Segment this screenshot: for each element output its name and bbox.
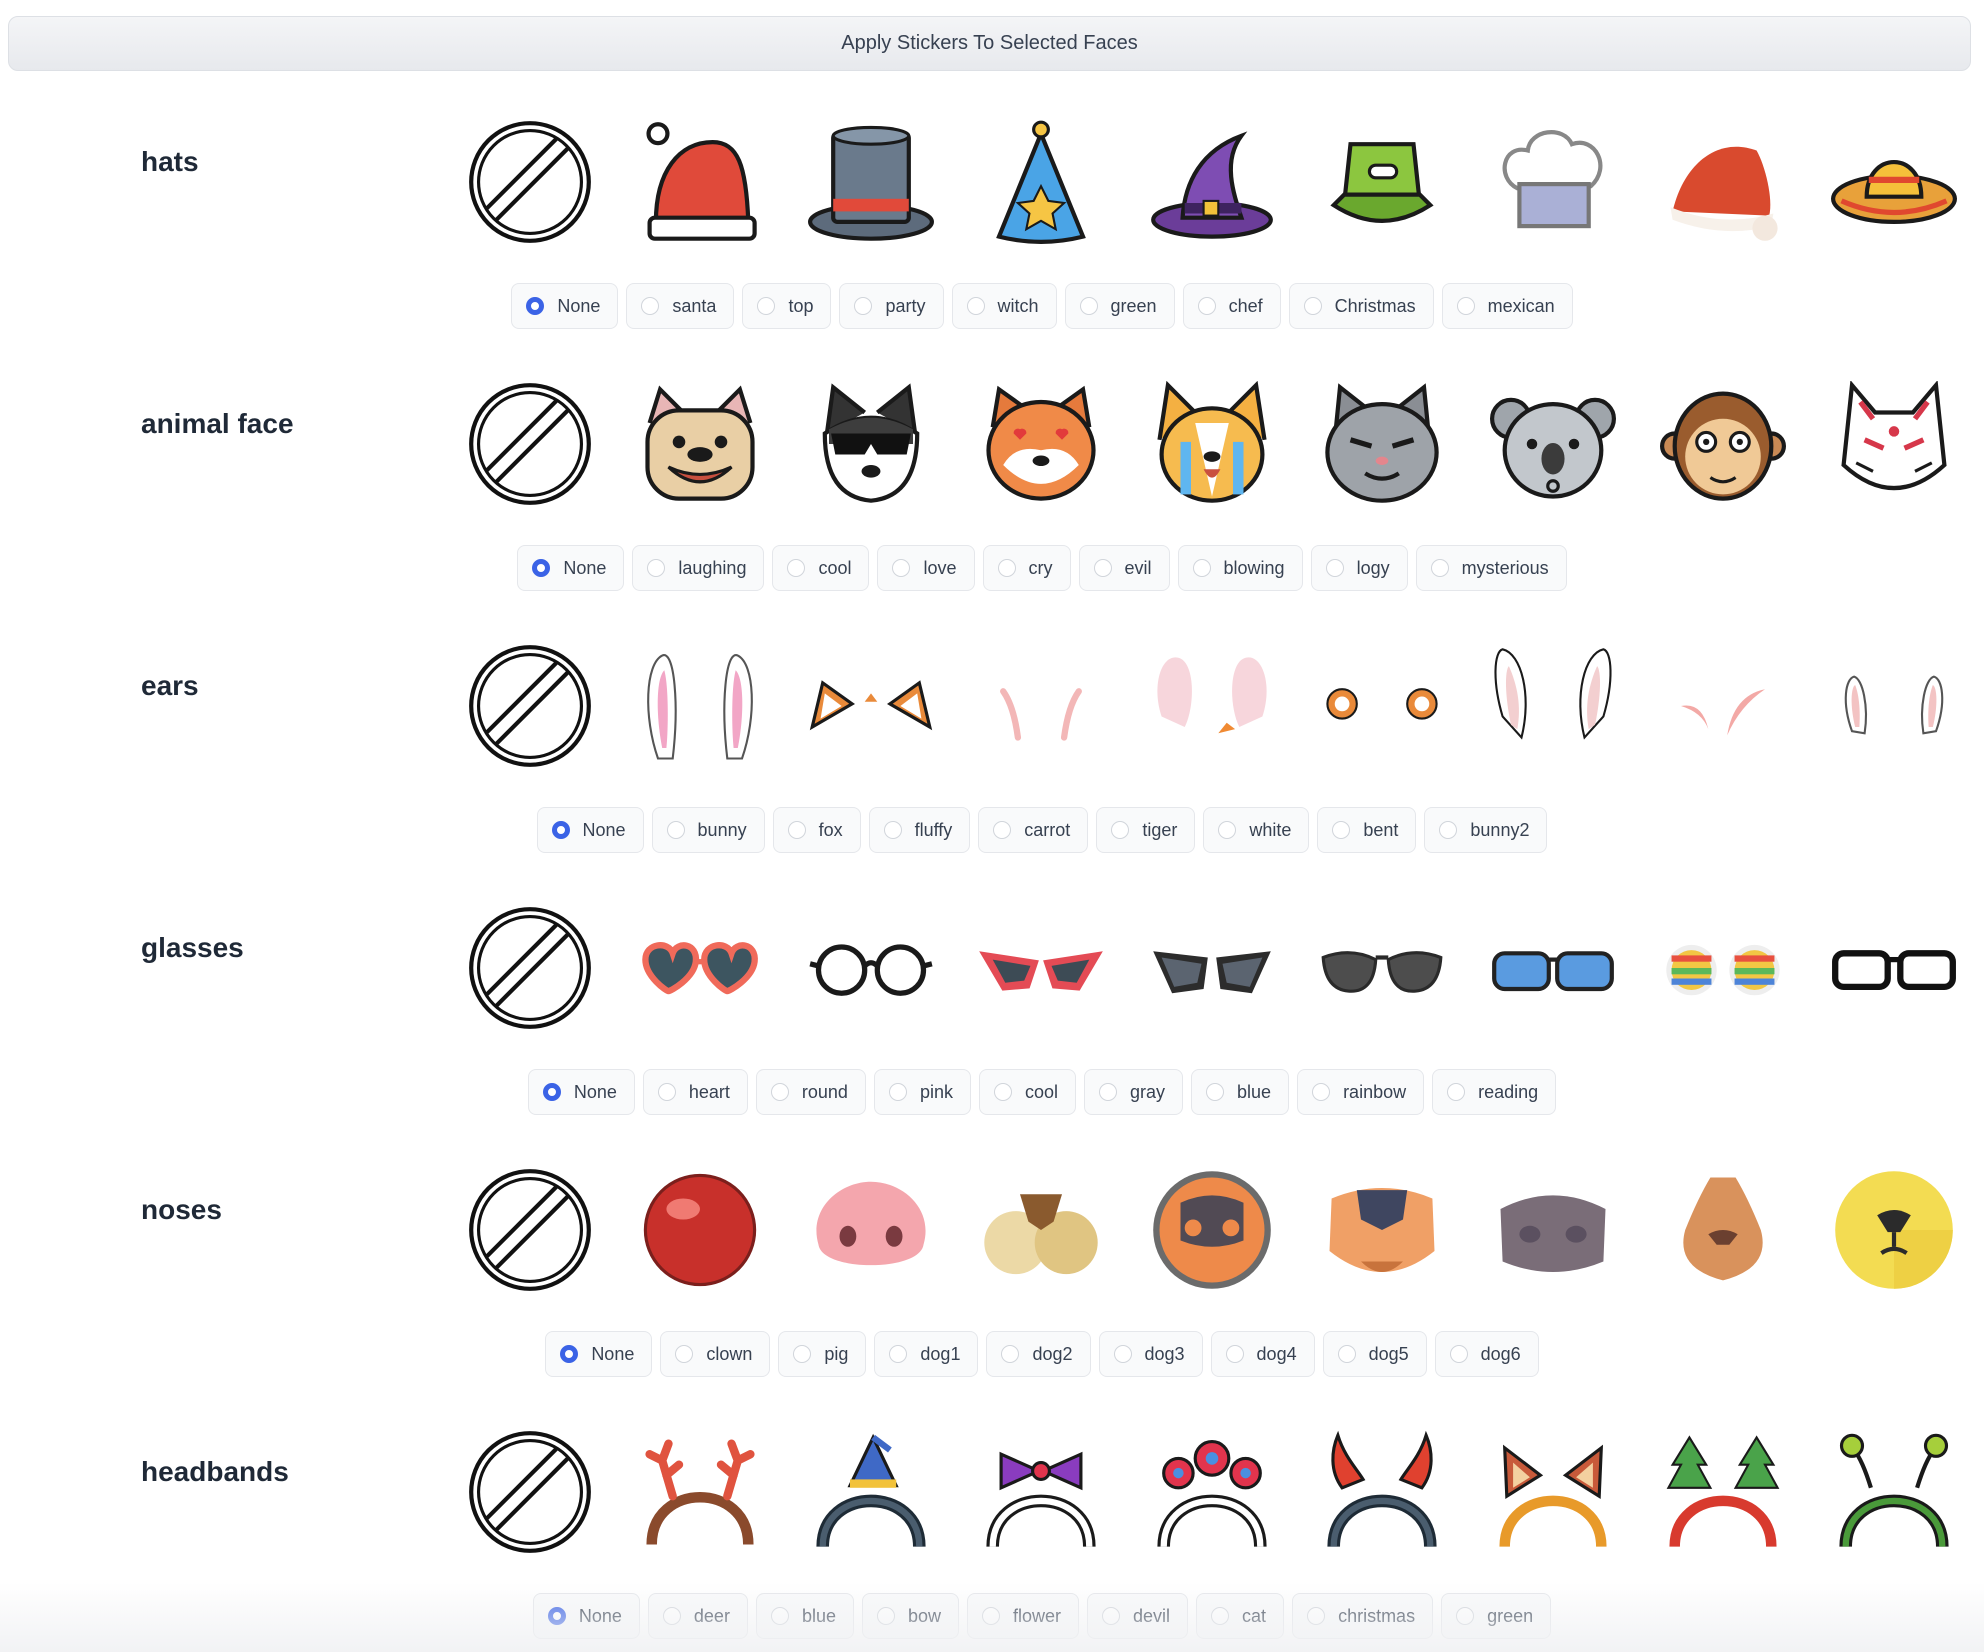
laughing-dog-face-icon[interactable] (637, 381, 763, 507)
dog4-nose-icon[interactable] (1490, 1167, 1616, 1293)
option-devil[interactable]: devil (1087, 1593, 1189, 1639)
radio-button[interactable] (1211, 1607, 1230, 1625)
none-icon[interactable] (467, 381, 593, 507)
category-ears: ears None bunny fox fluffy carrot tiger white be… (0, 524, 1984, 853)
none-icon[interactable] (467, 119, 593, 245)
option-label: deer (693, 1605, 730, 1626)
fluffy-ears-icon[interactable] (978, 643, 1104, 769)
round-glasses-icon[interactable] (808, 905, 934, 1031)
radio-button[interactable] (1456, 1607, 1475, 1625)
radio-button[interactable] (1102, 1607, 1121, 1625)
mexican-sombrero-icon[interactable] (1831, 119, 1957, 245)
radio-button[interactable] (770, 1607, 789, 1625)
crying-corgi-face-icon[interactable] (1149, 381, 1275, 507)
radio-button[interactable] (876, 1607, 895, 1625)
radio-button[interactable] (662, 1607, 681, 1625)
fox-ears-icon[interactable] (808, 643, 934, 769)
option-label: flower (1013, 1605, 1062, 1626)
green-headband-icon[interactable] (1831, 1429, 1957, 1555)
logy-monkey-face-icon[interactable] (1660, 381, 1786, 507)
witch-hat-icon[interactable] (1149, 119, 1275, 245)
chef-hat-icon[interactable] (1490, 119, 1616, 245)
reading-glasses-icon[interactable] (1831, 905, 1957, 1031)
dog1-nose-icon[interactable] (978, 1167, 1104, 1293)
option-flower[interactable]: flower (967, 1593, 1080, 1639)
category-headbands: headbands None deer blue bow flower devil cat ch… (0, 1310, 1984, 1639)
cool-glasses-icon[interactable] (1149, 905, 1275, 1031)
option-label: cat (1242, 1605, 1267, 1626)
evil-cat-face-icon[interactable] (1319, 381, 1445, 507)
flower-headband-icon[interactable] (1149, 1429, 1275, 1555)
option-label: devil (1133, 1605, 1171, 1626)
category-label: glasses (141, 932, 244, 963)
option-deer[interactable]: deer (647, 1593, 748, 1639)
santa-hat-icon[interactable] (637, 119, 763, 245)
category-label: animal face (141, 408, 294, 439)
tiger-ears-icon[interactable] (1319, 643, 1445, 769)
top-hat-icon[interactable] (808, 119, 934, 245)
dog5-nose-icon[interactable] (1660, 1167, 1786, 1293)
category-label: ears (141, 670, 199, 701)
option-label: bow (907, 1605, 941, 1626)
option-bow[interactable]: bow (861, 1593, 959, 1639)
bunny-ears-icon[interactable] (637, 643, 763, 769)
category-label: noses (141, 1194, 222, 1225)
carrot-ears-icon[interactable] (1149, 643, 1275, 769)
category-label: hats (141, 146, 199, 177)
clown-nose-icon[interactable] (637, 1167, 763, 1293)
category-hats: hats None santa top party witch green chef Chris… (0, 0, 1984, 329)
white-ears-icon[interactable] (1490, 643, 1616, 769)
radio-button[interactable] (982, 1607, 1000, 1625)
love-shiba-face-icon[interactable] (978, 381, 1104, 507)
category-animal-face: animal face None laughing cool love cry evil bl… (0, 262, 1984, 591)
option-label: christmas (1338, 1605, 1416, 1626)
green-bucket-hat-icon[interactable] (1319, 119, 1445, 245)
blowing-koala-face-icon[interactable] (1490, 381, 1616, 507)
heart-glasses-icon[interactable] (637, 905, 763, 1031)
dog3-nose-icon[interactable] (1319, 1167, 1445, 1293)
none-icon[interactable] (467, 905, 593, 1031)
category-label: headbands (141, 1456, 289, 1487)
pig-nose-icon[interactable] (808, 1167, 934, 1293)
category-glasses: glasses None heart round pink cool gray blue rai… (0, 786, 1984, 1115)
option-label: blue (801, 1605, 836, 1626)
none-icon[interactable] (467, 643, 593, 769)
option-radio-group: None deer blue bow flower devil cat christmas gr… (0, 1593, 1984, 1639)
dog6-nose-icon[interactable] (1831, 1167, 1957, 1293)
blue-headband-icon[interactable] (808, 1429, 934, 1555)
bent-ears-icon[interactable] (1660, 643, 1786, 769)
option-blue[interactable]: blue (755, 1593, 854, 1639)
none-icon[interactable] (467, 1167, 593, 1293)
option-christmas[interactable]: christmas (1292, 1593, 1434, 1639)
option-green[interactable]: green (1441, 1593, 1552, 1639)
radio-button[interactable] (547, 1607, 566, 1625)
christmas-hat-icon[interactable] (1660, 119, 1786, 245)
christmas-headband-icon[interactable] (1660, 1429, 1786, 1555)
party-hat-icon[interactable] (978, 119, 1104, 245)
gray-glasses-icon[interactable] (1319, 905, 1445, 1031)
cat-headband-icon[interactable] (1490, 1429, 1616, 1555)
blue-glasses-icon[interactable] (1490, 905, 1616, 1031)
none-icon[interactable] (467, 1429, 593, 1555)
bunny2-ears-icon[interactable] (1831, 643, 1957, 769)
option-cat[interactable]: cat (1196, 1593, 1285, 1639)
category-noses: noses None clown pig dog1 dog2 dog3 dog4 dog5 dog… (0, 1048, 1984, 1377)
cool-husky-face-icon[interactable] (808, 381, 934, 507)
option-label: green (1487, 1605, 1534, 1626)
bow-headband-icon[interactable] (978, 1429, 1104, 1555)
option-label: None (578, 1605, 622, 1626)
radio-button[interactable] (1307, 1607, 1326, 1625)
deer-headband-icon[interactable] (637, 1429, 763, 1555)
pink-glasses-icon[interactable] (978, 905, 1104, 1031)
option-none[interactable]: None (532, 1593, 640, 1639)
devil-headband-icon[interactable] (1319, 1429, 1445, 1555)
rainbow-glasses-icon[interactable] (1660, 905, 1786, 1031)
dog2-nose-icon[interactable] (1149, 1167, 1275, 1293)
mysterious-fox-mask-icon[interactable] (1831, 381, 1957, 507)
